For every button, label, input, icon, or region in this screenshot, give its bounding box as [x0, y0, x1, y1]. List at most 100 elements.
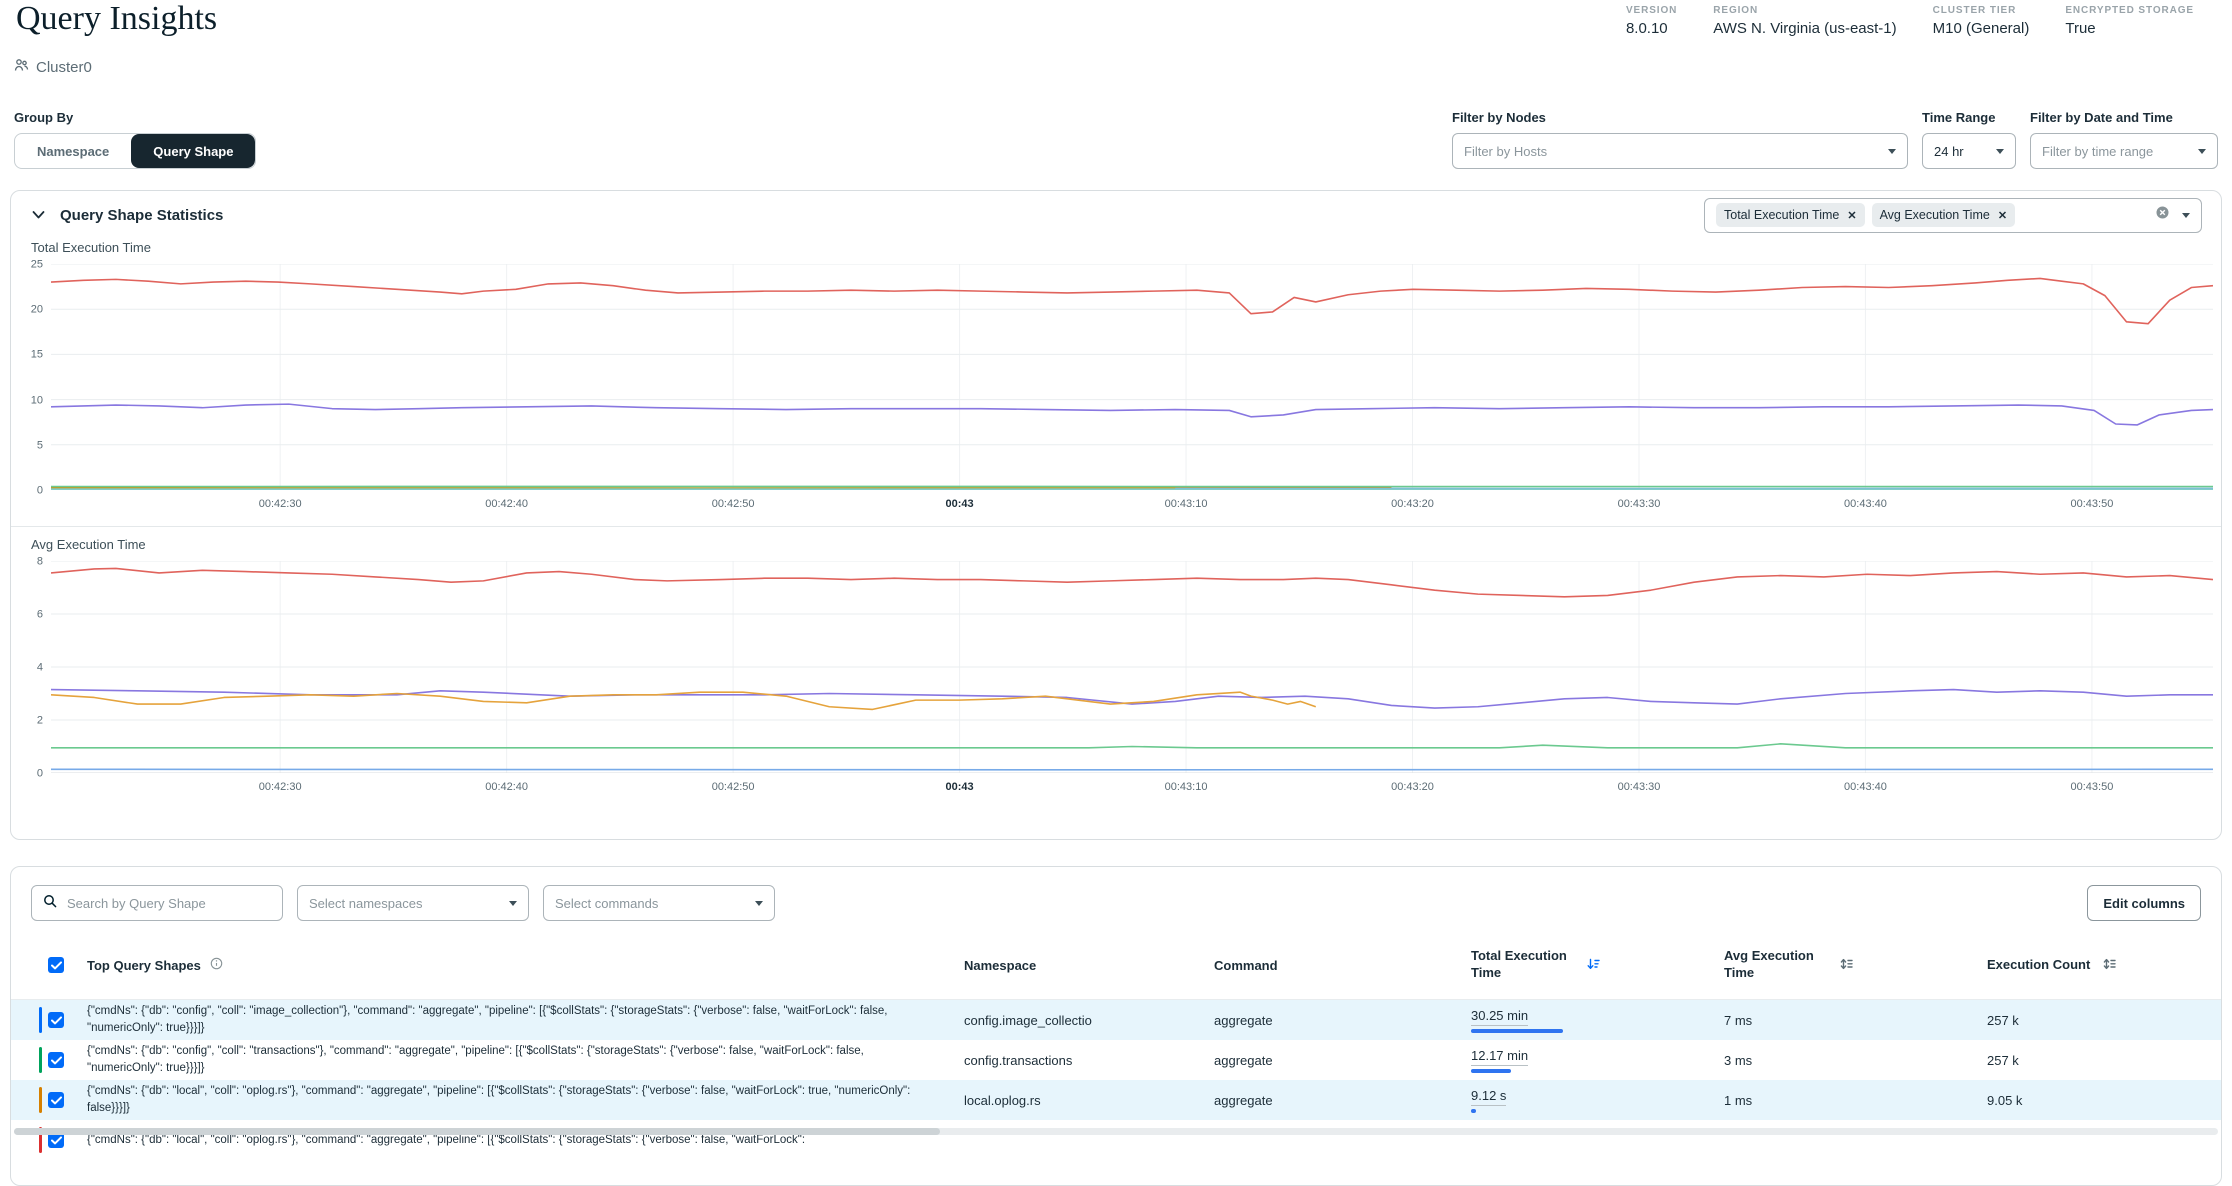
meta-value: True: [2065, 20, 2194, 37]
y-tick-label: 10: [31, 394, 43, 406]
command-cell: aggregate: [1214, 1093, 1471, 1108]
collapse-chevron-icon[interactable]: [30, 209, 47, 221]
query-shape-text: {"cmdNs": {"db": "local", "coll": "oplog…: [75, 1083, 964, 1116]
column-label: Top Query Shapes: [87, 958, 201, 973]
query-shape-color-bar: [39, 1007, 42, 1033]
namespace-select[interactable]: Select namespaces: [297, 885, 529, 921]
series-total-exec-purple: [51, 404, 2213, 425]
meta-label: REGION: [1713, 5, 1896, 16]
query-shape-statistics-card: Query Shape Statistics Total Execution T…: [10, 190, 2222, 840]
clear-all-icon[interactable]: [2155, 205, 2170, 225]
command-select[interactable]: Select commands: [543, 885, 775, 921]
x-tick-label: 00:43:50: [2071, 498, 2114, 510]
sort-icon[interactable]: [1586, 957, 1600, 974]
y-tick-label: 8: [37, 556, 43, 568]
y-tick-label: 2: [37, 715, 43, 727]
x-tick-label: 00:43:10: [1165, 781, 1208, 793]
cluster-icon: [14, 58, 29, 77]
stats-header: Query Shape Statistics Total Execution T…: [11, 191, 2221, 239]
x-tick-label: 00:43:20: [1391, 498, 1434, 510]
cluster-breadcrumb[interactable]: Cluster0: [14, 58, 92, 77]
filter-by-date-placeholder: Filter by time range: [2042, 144, 2153, 159]
column-label: Avg Execution Time: [1724, 948, 1830, 982]
total-execution-time-cell: 12.17 min: [1471, 1048, 1724, 1073]
command-cell: aggregate: [1214, 1013, 1471, 1028]
chip-remove-icon[interactable]: ✕: [1847, 209, 1856, 222]
scrollbar-thumb[interactable]: [14, 1128, 940, 1135]
command-cell: aggregate: [1214, 1053, 1471, 1068]
y-tick-label: 15: [31, 349, 43, 361]
y-tick-label: 6: [37, 609, 43, 621]
chart-avg-execution-time: Avg Execution Time 02468 00:42:3000:42:4…: [21, 536, 2213, 799]
top-query-shapes-card: Select namespaces Select commands Edit c…: [10, 866, 2222, 1186]
select-all-checkbox[interactable]: [48, 957, 64, 973]
filter-by-nodes-select[interactable]: Filter by Hosts: [1452, 133, 1908, 169]
x-tick-label: 00:43: [946, 781, 974, 793]
namespace-select-placeholder: Select namespaces: [309, 896, 422, 911]
x-tick-label: 00:43:40: [1844, 781, 1887, 793]
cluster-meta-row: VERSION8.0.10 REGION AWS N. Virginia (us-e…: [1626, 5, 2194, 37]
filters-right: Filter by Nodes Filter by Hosts Time Ran…: [1452, 110, 2218, 169]
x-tick-label: 00:42:30: [259, 781, 302, 793]
x-tick-label: 00:43:30: [1618, 781, 1661, 793]
column-label: Command: [1214, 958, 1278, 973]
plot-area[interactable]: [51, 264, 2213, 490]
column-header-execution-count: Execution Count: [1987, 957, 2221, 974]
group-by-query-shape[interactable]: Query Shape: [131, 134, 255, 168]
search-input[interactable]: [65, 895, 271, 912]
chevron-down-icon: [1888, 149, 1896, 154]
x-tick-label: 00:42:50: [712, 498, 755, 510]
total-execution-time-cell: 30.25 min: [1471, 1008, 1724, 1033]
table-header: Top Query ShapesNamespaceCommandTotal Ex…: [11, 937, 2221, 1000]
table-row: {"cmdNs": {"db": "local", "coll": "oplog…: [11, 1120, 2221, 1160]
plot-area[interactable]: [51, 561, 2213, 773]
group-by-namespace[interactable]: Namespace: [15, 134, 131, 168]
chart-total-execution-time: Total Execution Time 0510152025 00:42:30…: [21, 239, 2213, 516]
meta-label: ENCRYPTED STORAGE: [2065, 5, 2194, 16]
chip-remove-icon[interactable]: ✕: [1998, 209, 2007, 222]
column-header-avg-execution-time: Avg Execution Time: [1724, 948, 1987, 982]
avg-execution-time-cell: 7 ms: [1724, 1013, 1987, 1028]
row-checkbox[interactable]: [48, 1092, 64, 1108]
chart-title: Avg Execution Time: [21, 536, 2213, 561]
row-select-cell: [11, 1047, 75, 1073]
horizontal-scrollbar[interactable]: [14, 1128, 2218, 1135]
table-row: {"cmdNs": {"db": "config", "coll": "imag…: [11, 1000, 2221, 1040]
column-label: Execution Count: [1987, 957, 2093, 974]
chevron-down-icon: [2198, 149, 2206, 154]
y-tick-label: 5: [37, 439, 43, 451]
x-tick-label: 00:43: [946, 498, 974, 510]
command-select-placeholder: Select commands: [555, 896, 658, 911]
row-checkbox[interactable]: [48, 1012, 64, 1028]
sort-icon[interactable]: [2102, 957, 2116, 974]
group-by-segmented: NamespaceQuery Shape: [14, 133, 256, 169]
avg-execution-time-cell: 3 ms: [1724, 1053, 1987, 1068]
series-avg-exec-purple: [51, 690, 2213, 709]
query-shape-color-bar: [39, 1047, 42, 1073]
column-header-top-query-shapes: Top Query Shapes: [75, 957, 964, 973]
meta-value: 8.0.10: [1626, 20, 1677, 37]
column-header-command: Command: [1214, 958, 1471, 973]
row-checkbox[interactable]: [48, 1052, 64, 1068]
y-tick-label: 0: [37, 768, 43, 780]
series-avg-exec-red: [51, 568, 2213, 596]
edit-columns-button[interactable]: Edit columns: [2087, 885, 2201, 921]
time-range-select[interactable]: 24 hr: [1922, 133, 2016, 169]
filter-by-date-select[interactable]: Filter by time range: [2030, 133, 2218, 169]
group-by-label: Group By: [14, 110, 256, 125]
query-shape-search[interactable]: [31, 885, 283, 921]
time-range-value: 24 hr: [1934, 144, 1964, 159]
metric-multiselect[interactable]: Total Execution Time ✕ Avg Execution Time ✕: [1704, 198, 2202, 233]
metric-chip-label: Total Execution Time: [1724, 208, 1839, 222]
info-icon[interactable]: [210, 957, 223, 973]
metric-chip: Avg Execution Time ✕: [1872, 203, 2015, 227]
total-execution-time-value: 9.12 s: [1471, 1088, 1506, 1106]
metric-chip-label: Avg Execution Time: [1880, 208, 1990, 222]
sort-icon[interactable]: [1839, 957, 1853, 974]
chart-divider: [11, 526, 2221, 527]
meta-value: AWS N. Virginia (us-east-1): [1713, 20, 1896, 37]
y-axis: 02468: [21, 561, 51, 773]
table-controls: Select namespaces Select commands Edit c…: [11, 867, 2221, 937]
column-label: Namespace: [964, 958, 1036, 973]
meta-item: VERSION8.0.10: [1626, 5, 1677, 37]
